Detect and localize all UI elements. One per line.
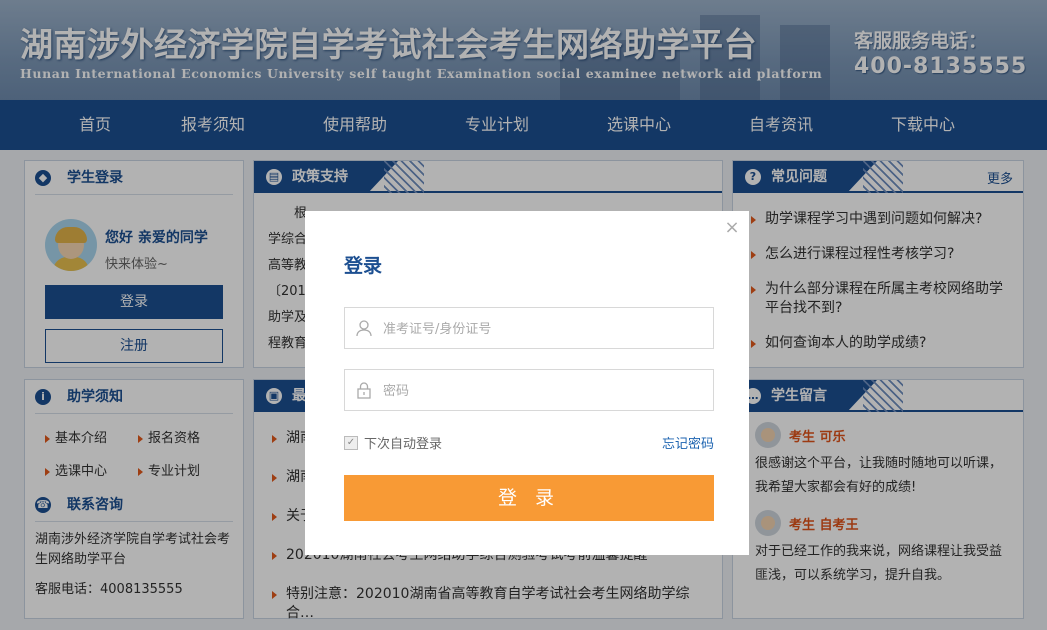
password-field — [344, 369, 714, 411]
modal-title: 登录 — [344, 255, 383, 277]
login-modal: × 登录 ✓ 下次自动登录 忘记密码 登 录 — [305, 211, 749, 555]
id-field — [344, 307, 714, 349]
login-submit-button[interactable]: 登 录 — [344, 475, 714, 521]
close-icon[interactable]: × — [723, 219, 741, 237]
remember-me[interactable]: ✓ 下次自动登录 — [344, 433, 442, 452]
lock-icon — [357, 382, 371, 399]
id-input[interactable] — [383, 318, 703, 340]
password-input[interactable] — [383, 380, 703, 402]
checkbox-icon[interactable]: ✓ — [344, 435, 358, 450]
remember-label: 下次自动登录 — [364, 437, 443, 452]
user-icon — [356, 320, 372, 337]
forgot-password-link[interactable]: 忘记密码 — [662, 433, 714, 452]
